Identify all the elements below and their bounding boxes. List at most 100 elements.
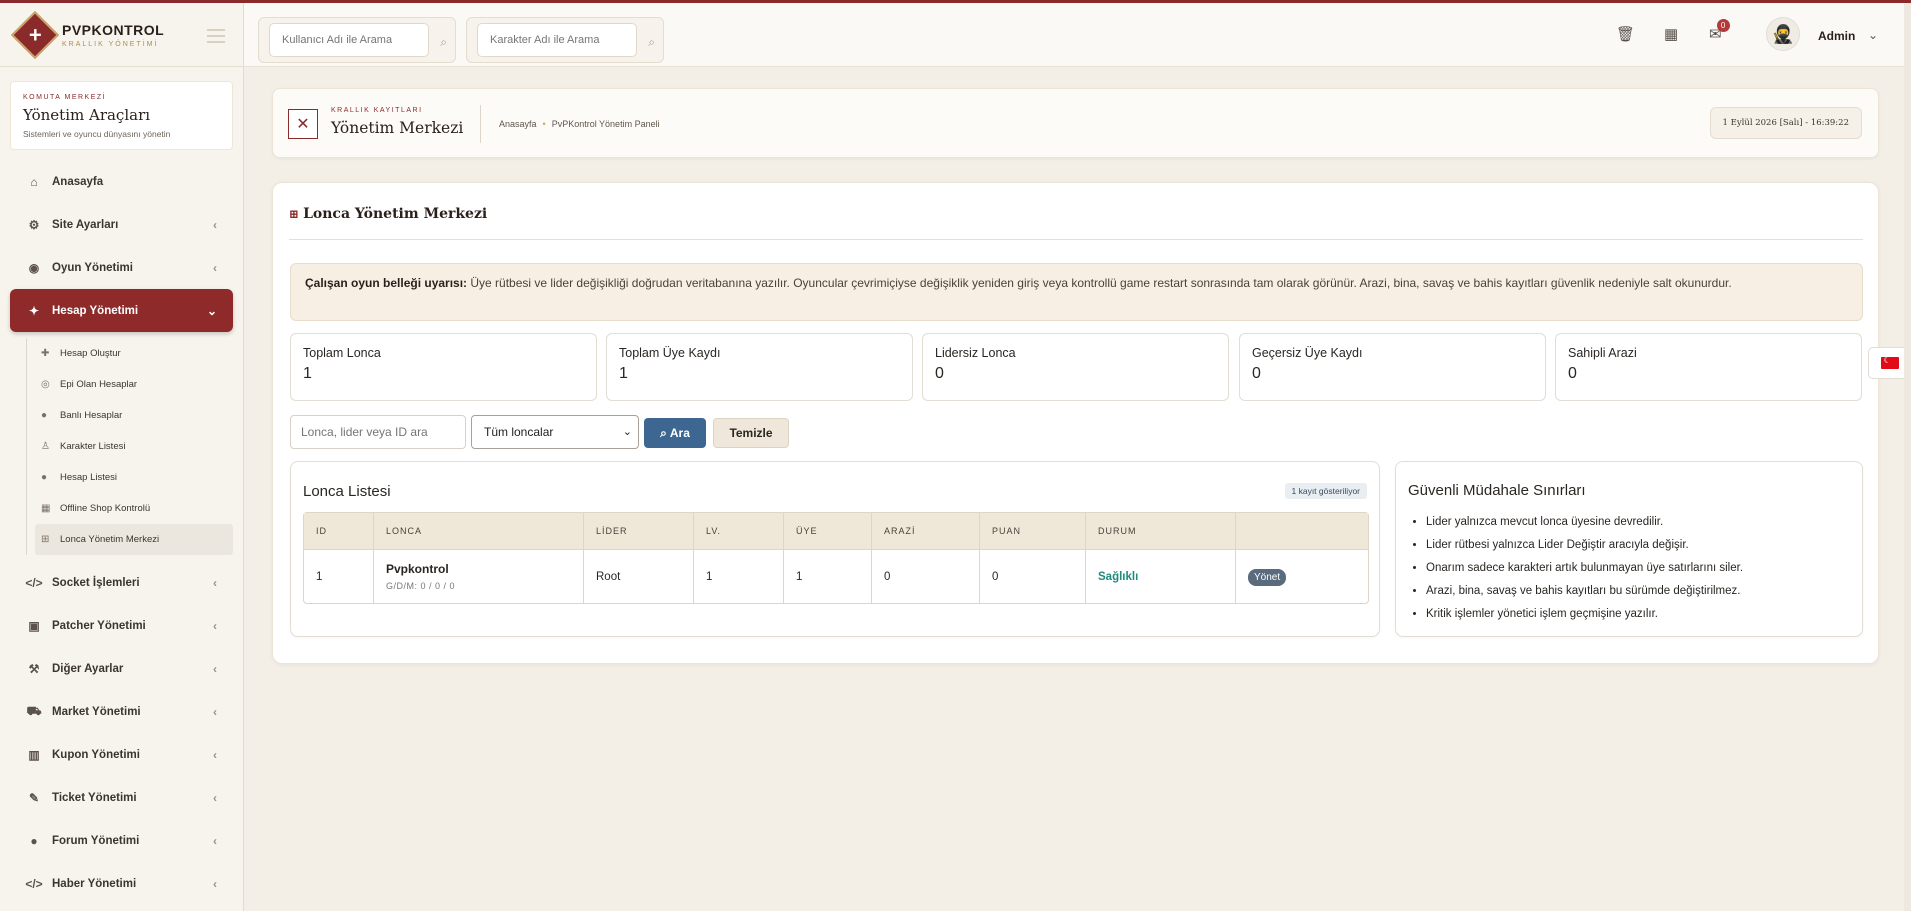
- close-icon[interactable]: ✕: [288, 109, 318, 139]
- chevron-left-icon: ‹: [213, 790, 217, 805]
- brand[interactable]: + PVPKONTROL KRALLIK YÖNETİMİ: [0, 3, 243, 67]
- stat-card-lidersiz-lonca: Lidersiz Lonca 0: [922, 333, 1229, 401]
- sidebar-item-anasayfa[interactable]: ⌂ Anasayfa: [10, 160, 233, 203]
- subnav-label: Hesap Oluştur: [60, 348, 121, 359]
- safe-limits-title: Güvenli Müdahale Sınırları: [1408, 482, 1586, 499]
- brand-logo: +: [10, 10, 60, 59]
- search-icon[interactable]: ⌕: [648, 35, 655, 50]
- subnav-item-banli-hesaplar[interactable]: ● Banlı Hesaplar: [35, 400, 233, 431]
- trash-icon[interactable]: 🗑: [1616, 25, 1635, 43]
- code-icon: </>: [25, 575, 43, 590]
- col-puan: PUAN: [980, 513, 1086, 549]
- gamepad-icon: ◉: [28, 260, 40, 275]
- sidebar-item-socket[interactable]: </> Socket İşlemleri ‹: [10, 561, 233, 604]
- stat-value: 0: [935, 365, 944, 382]
- avatar[interactable]: 🥷: [1766, 17, 1800, 51]
- sidebar-item-kupon[interactable]: ▥ Kupon Yönetimi ‹: [10, 733, 233, 776]
- character-search-input[interactable]: [477, 23, 637, 57]
- sidebar-item-forum[interactable]: ● Forum Yönetimi ‹: [10, 819, 233, 862]
- subnav-item-hesap-listesi[interactable]: ● Hesap Listesi: [35, 462, 233, 493]
- stat-value: 1: [619, 365, 628, 382]
- safe-limits-list: Lider yalnızca mevcut lonca üyesine devr…: [1408, 511, 1850, 626]
- search-icon[interactable]: ⌕: [440, 35, 447, 50]
- sidebar-item-patcher[interactable]: ▣ Patcher Yönetimi ‹: [10, 604, 233, 647]
- chevron-left-icon: ‹: [213, 747, 217, 762]
- user-name[interactable]: Admin: [1818, 29, 1855, 43]
- col-lonca: LONCA: [374, 513, 584, 549]
- panel-title-text: Lonca Yönetim Merkezi: [303, 206, 488, 222]
- subnav-label: Epi Olan Hesaplar: [60, 379, 138, 390]
- sidebar-item-label: Kupon Yönetimi: [52, 748, 140, 761]
- col-durum: DURUM: [1086, 513, 1236, 549]
- button-label: Ara: [669, 426, 690, 440]
- subnav-label: Banlı Hesaplar: [60, 410, 123, 421]
- sidebar-item-oyun-yonetimi[interactable]: ◉ Oyun Yönetimi ‹: [10, 246, 233, 289]
- subnav-item-karakter-listesi[interactable]: ♙ Karakter Listesi: [35, 431, 233, 462]
- breadcrumb: Anasayfa • PvPKontrol Yönetim Paneli: [499, 119, 660, 129]
- alert-title: Çalışan oyun belleği uyarısı:: [305, 276, 468, 290]
- stat-label: Toplam Üye Kaydı: [619, 346, 721, 360]
- sidebar-item-site-ayarlari[interactable]: ⚙ Site Ayarları ‹: [10, 203, 233, 246]
- chevron-left-icon: ‹: [213, 575, 217, 590]
- subnav-item-offline-shop[interactable]: ▦ Offline Shop Kontrolü: [35, 493, 233, 524]
- table-header-row: ID LONCA LİDER LV. ÜYE ARAZİ PUAN DURUM: [304, 513, 1368, 549]
- sidebar-nav: ⌂ Anasayfa ⚙ Site Ayarları ‹ ◉ Oyun Yöne…: [0, 160, 243, 332]
- guild-name: Pvpkontrol: [386, 562, 449, 576]
- sidebar-item-label: Patcher Yönetimi: [52, 619, 146, 632]
- subnav-label: Hesap Listesi: [60, 472, 118, 483]
- sidebar-item-label: Oyun Yönetimi: [52, 261, 133, 274]
- sidebar-item-label: Diğer Ayarlar: [52, 662, 124, 675]
- sidebar-item-market[interactable]: ⛟ Market Yönetimi ‹: [10, 690, 233, 733]
- panel-title: ⊞ Lonca Yönetim Merkezi: [289, 206, 487, 222]
- list-item: Lider rütbesi yalnızca Lider Değiştir ar…: [1426, 534, 1850, 557]
- page-title: Yönetim Merkezi: [331, 119, 464, 137]
- scrollbar[interactable]: [1904, 3, 1911, 911]
- mail-icon[interactable]: ✉ 0: [1709, 19, 1730, 43]
- section-title: Yönetim Araçları: [23, 106, 151, 124]
- breadcrumb-separator: •: [542, 119, 546, 129]
- manage-button[interactable]: Yönet: [1248, 568, 1287, 586]
- sidebar-item-label: Anasayfa: [52, 175, 104, 188]
- user-search-input[interactable]: [269, 23, 429, 57]
- table-row: 1 Pvpkontrol G/D/M: 0 / 0 / 0 Root 1 1 0 …: [304, 549, 1368, 603]
- chevron-down-icon: ⌄: [622, 426, 632, 438]
- sidebar-item-diger[interactable]: ⚒ Diğer Ayarlar ‹: [10, 647, 233, 690]
- ticket-icon: ✎: [28, 790, 40, 805]
- divider: [289, 239, 1863, 240]
- page-header-card: ✕ KRALLIK KAYITLARI Yönetim Merkezi Anas…: [272, 88, 1879, 158]
- guild-search-input[interactable]: [290, 415, 466, 449]
- sidebar-item-ticket[interactable]: ✎ Ticket Yönetimi ‹: [10, 776, 233, 819]
- breadcrumb-home[interactable]: Anasayfa: [499, 119, 537, 129]
- sidebar-subnav: ✚ Hesap Oluştur ◎ Epi Olan Hesaplar ● Banlı…: [26, 338, 233, 555]
- chevron-down-icon[interactable]: ⌄: [1868, 28, 1878, 42]
- subnav-item-hesap-olustur[interactable]: ✚ Hesap Oluştur: [35, 338, 233, 369]
- comments-icon: ●: [30, 833, 38, 848]
- sidebar-item-haber[interactable]: </> Haber Yönetimi ‹: [10, 862, 233, 905]
- list-item: Arazi, bina, savaş ve bahis kayıtları bu…: [1426, 580, 1850, 603]
- guild-table: ID LONCA LİDER LV. ÜYE ARAZİ PUAN DURUM …: [303, 512, 1369, 604]
- gear-icon: ⚙: [28, 217, 40, 232]
- sitemap-icon: ⊞: [289, 207, 300, 221]
- subnav-item-epi-olan-hesaplar[interactable]: ◎ Epi Olan Hesaplar: [35, 369, 233, 400]
- menu-toggle-icon[interactable]: [207, 25, 225, 47]
- stat-card-sahipli-arazi: Sahipli Arazi 0: [1555, 333, 1862, 401]
- turkey-flag-icon: [1880, 355, 1899, 369]
- list-item: Lider yalnızca mevcut lonca üyesine devr…: [1426, 511, 1850, 534]
- stat-card-toplam-lonca: Toplam Lonca 1: [290, 333, 597, 401]
- search-button[interactable]: ⌕ Ara: [644, 418, 706, 448]
- plus-icon: ✚: [41, 348, 50, 359]
- status-badge: Sağlıklı: [1098, 570, 1139, 583]
- record-count-badge: 1 kayıt gösteriliyor: [1284, 483, 1367, 499]
- guild-filter-select[interactable]: Tüm loncalar ⌄: [471, 415, 639, 449]
- clear-button[interactable]: Temizle: [713, 418, 789, 448]
- sitemap-icon: ⊞: [41, 534, 50, 545]
- users-icon: ✦: [28, 303, 40, 318]
- brand-subtitle: KRALLIK YÖNETİMİ: [62, 40, 159, 48]
- list-item: Onarım sadece karakteri artık bulunmayan…: [1426, 557, 1850, 580]
- calendar-icon[interactable]: ▦: [1664, 25, 1678, 43]
- cell-id: 1: [304, 549, 374, 603]
- sidebar-item-hesap-yonetimi[interactable]: ✦ Hesap Yönetimi ⌄: [10, 289, 233, 332]
- sidebar-item-label: Socket İşlemleri: [52, 576, 140, 589]
- subnav-item-lonca-yonetim[interactable]: ⊞ Lonca Yönetim Merkezi: [35, 524, 233, 555]
- sidebar-section-card: KOMUTA MERKEZİ Yönetim Araçları Sistemle…: [10, 81, 233, 150]
